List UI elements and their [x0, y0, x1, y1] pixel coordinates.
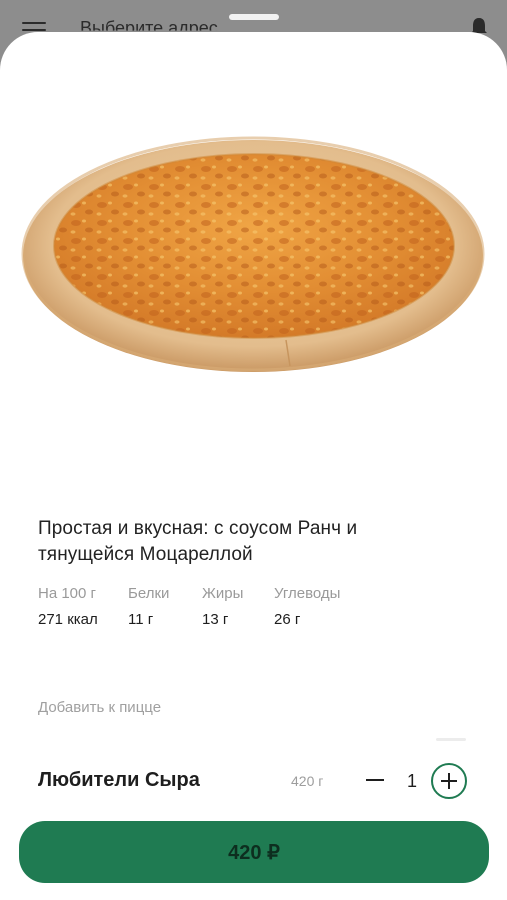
product-sheet: Простая и вкусная: с соусом Ранч и тянущ… [0, 32, 507, 900]
minus-icon [366, 779, 384, 781]
product-name: Любители Сыра [38, 769, 200, 791]
nutrition-per-100g: На 100 г 271 ккал [38, 584, 98, 628]
nutrition-carbs: Углеводы 26 г [274, 584, 340, 628]
product-description: Простая и вкусная: с соусом Ранч и тянущ… [38, 518, 358, 565]
nutrition-label: Белки [128, 585, 170, 602]
add-to-cart-button[interactable]: 420 ₽ [19, 821, 489, 883]
nutrition-value: 26 г [274, 611, 301, 628]
nutrition-label: Жиры [202, 585, 244, 602]
increase-quantity-button[interactable] [431, 763, 467, 799]
product-weight: 420 г [291, 773, 324, 789]
quantity-value: 1 [406, 771, 417, 791]
pizza-image [21, 136, 485, 372]
decrease-quantity-button[interactable] [362, 766, 388, 794]
add-to-pizza-label: Добавить к пицце [38, 699, 162, 716]
nutrition-value: 11 г [128, 611, 154, 628]
nutrition-label: Углеводы [274, 585, 341, 602]
plus-icon [441, 773, 457, 789]
nutrition-label: На 100 г [38, 585, 97, 602]
nutrition-protein: Белки 11 г [128, 584, 169, 628]
sheet-grab-handle[interactable] [229, 14, 279, 20]
scroll-indicator [436, 738, 466, 741]
nutrition-value: 271 ккал [38, 611, 98, 628]
nutrition-fat: Жиры 13 г [202, 584, 243, 628]
nutrition-value: 13 г [202, 611, 229, 628]
